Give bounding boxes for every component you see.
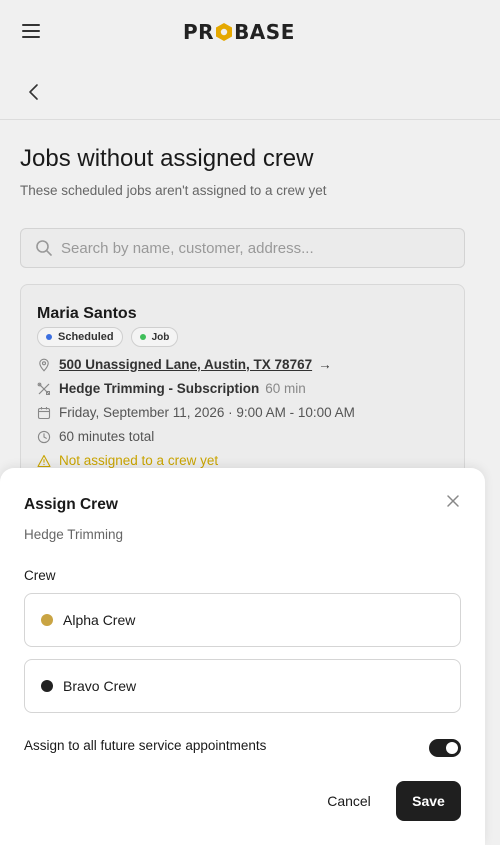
- top-bar: PR BASE: [0, 0, 500, 64]
- schedule-row: Friday, September 11, 2026 · 9:00 AM - 1…: [37, 405, 355, 420]
- total-duration: 60 minutes total: [59, 429, 155, 444]
- badge-group: Scheduled Job: [37, 327, 179, 347]
- clock-icon: [37, 430, 51, 443]
- search-icon: [36, 240, 52, 256]
- tools-icon: [37, 382, 50, 395]
- address-arrow: →: [318, 357, 332, 372]
- chevron-left-icon[interactable]: [24, 82, 44, 102]
- warning-row: Not assigned to a crew yet: [37, 453, 218, 468]
- hamburger-menu-icon[interactable]: [22, 24, 42, 40]
- navigation-bar: [0, 64, 500, 120]
- schedule-text: Friday, September 11, 2026 · 9:00 AM - 1…: [59, 405, 355, 420]
- warning-triangle-icon: [37, 454, 51, 467]
- future-appointments-label: Assign to all future service appointment…: [24, 738, 267, 753]
- warning-text: Not assigned to a crew yet: [59, 453, 219, 468]
- search-input[interactable]: [61, 229, 456, 267]
- crew-option-alpha[interactable]: Alpha Crew: [24, 593, 461, 647]
- future-appointments-toggle[interactable]: [429, 739, 461, 757]
- assign-crew-sheet: Assign Crew Hedge Trimming Crew Alpha Cr…: [0, 468, 485, 845]
- logo-text-right: BASE: [234, 20, 295, 44]
- type-dot: [139, 334, 146, 340]
- cancel-button[interactable]: Cancel: [318, 781, 380, 821]
- status-dot: [46, 334, 52, 340]
- calendar-icon: [37, 406, 51, 419]
- crew-option-label: Bravo Crew: [63, 678, 137, 694]
- customer-name: Maria Santos: [37, 305, 137, 322]
- status-badge-label: Scheduled: [58, 331, 114, 343]
- save-button[interactable]: Save: [396, 781, 461, 821]
- sheet-title: Assign Crew: [24, 496, 118, 513]
- type-badge: Job: [130, 327, 179, 347]
- duration-row: 60 minutes total: [37, 429, 154, 444]
- crew-color-dot: [41, 680, 53, 692]
- probase-logo[interactable]: PR BASE: [183, 20, 295, 44]
- crew-color-dot: [41, 614, 53, 626]
- crew-option-label: Alpha Crew: [63, 612, 136, 628]
- job-card[interactable]: Maria Santos Scheduled Job 500 Unassigne…: [20, 284, 465, 484]
- status-badge: Scheduled: [37, 327, 123, 347]
- hexagon-logo-icon: [216, 23, 233, 41]
- service-name: Hedge Trimming - Subscription: [59, 381, 260, 396]
- page-subtitle: These scheduled jobs aren't assigned to …: [20, 183, 327, 198]
- sheet-subtitle: Hedge Trimming: [24, 527, 124, 542]
- close-icon[interactable]: [446, 494, 460, 508]
- service-row: Hedge Trimming - Subscription 60 min: [37, 381, 306, 396]
- address-link[interactable]: 500 Unassigned Lane, Austin, TX 78767: [59, 357, 312, 372]
- search-box: [20, 228, 465, 268]
- toggle-knob: [446, 742, 458, 754]
- address-row: 500 Unassigned Lane, Austin, TX 78767 →: [37, 357, 332, 372]
- logo-text-left: PR: [183, 20, 215, 44]
- crew-field-label: Crew: [24, 568, 56, 583]
- crew-option-bravo[interactable]: Bravo Crew: [24, 659, 461, 713]
- service-duration: 60 min: [265, 381, 306, 396]
- page-title: Jobs without assigned crew: [20, 145, 314, 172]
- type-badge-label: Job: [151, 331, 170, 343]
- map-pin-icon: [39, 358, 49, 372]
